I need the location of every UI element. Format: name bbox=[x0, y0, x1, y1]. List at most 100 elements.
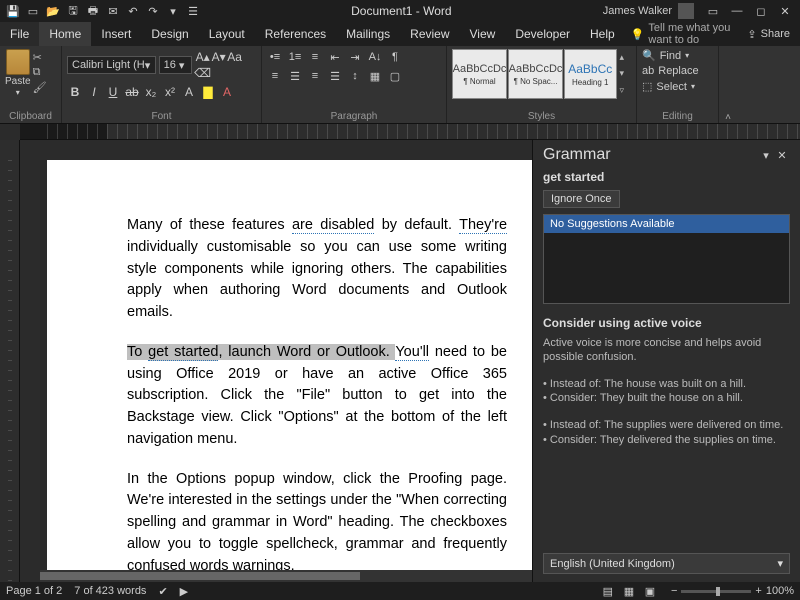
grammar-flag[interactable]: They're bbox=[459, 217, 507, 234]
horizontal-ruler[interactable] bbox=[20, 124, 800, 140]
zoom-value[interactable]: 100% bbox=[766, 585, 794, 597]
shrink-font-icon[interactable]: A▾ bbox=[211, 49, 227, 65]
print-icon[interactable]: 🖶 bbox=[86, 4, 100, 18]
tab-design[interactable]: Design bbox=[141, 22, 198, 46]
paragraph[interactable]: Many of these features are disabled by d… bbox=[127, 215, 507, 324]
new-icon[interactable]: ▭ bbox=[26, 4, 40, 18]
align-center-icon[interactable]: ☰ bbox=[287, 68, 303, 84]
print-layout-icon[interactable]: ▦ bbox=[620, 585, 638, 598]
macro-icon[interactable]: ▶ bbox=[180, 585, 188, 598]
ribbon-options-icon[interactable]: ▭ bbox=[706, 4, 720, 18]
close-icon[interactable]: ✕ bbox=[778, 4, 792, 18]
font-size-combo[interactable]: 16 ▾ bbox=[159, 56, 192, 74]
align-right-icon[interactable]: ≡ bbox=[307, 68, 323, 84]
show-marks-icon[interactable]: ¶ bbox=[387, 49, 403, 65]
spellcheck-icon[interactable]: ✔ bbox=[158, 585, 167, 598]
tell-me-search[interactable]: 💡 Tell me what you want to do bbox=[631, 22, 738, 46]
text-effects-icon[interactable]: A bbox=[181, 84, 197, 100]
shading-icon[interactable]: ▦ bbox=[367, 68, 383, 84]
save-as-icon[interactable]: 🖫 bbox=[66, 4, 80, 18]
clear-format-icon[interactable]: ⌫ bbox=[195, 65, 211, 81]
font-color-icon[interactable]: A bbox=[219, 84, 235, 100]
save-icon[interactable]: 💾 bbox=[6, 4, 20, 18]
document-viewport[interactable]: Many of these features are disabled by d… bbox=[20, 140, 532, 582]
tab-help[interactable]: Help bbox=[580, 22, 625, 46]
scrollbar-thumb[interactable] bbox=[40, 572, 360, 580]
underline-icon[interactable]: U bbox=[105, 84, 121, 100]
format-painter-icon[interactable]: 🖌 bbox=[33, 81, 47, 93]
style-normal[interactable]: AaBbCcDc ¶ Normal bbox=[452, 49, 507, 99]
page[interactable]: Many of these features are disabled by d… bbox=[47, 160, 532, 582]
numbering-icon[interactable]: 1≡ bbox=[287, 49, 303, 65]
strike-icon[interactable]: ab bbox=[124, 84, 140, 100]
tab-references[interactable]: References bbox=[255, 22, 336, 46]
undo-icon[interactable]: ↶ bbox=[126, 4, 140, 18]
selected-text[interactable]: , launch Word or Outlook. bbox=[218, 344, 395, 360]
bold-icon[interactable]: B bbox=[67, 84, 83, 100]
selected-grammar-flag[interactable]: get started bbox=[148, 344, 218, 361]
font-name-combo[interactable]: Calibri Light (H▾ bbox=[67, 56, 156, 74]
customize-icon[interactable]: ▾ bbox=[166, 4, 180, 18]
superscript-icon[interactable]: x² bbox=[162, 84, 178, 100]
open-icon[interactable]: 📂 bbox=[46, 4, 60, 18]
maximize-icon[interactable]: ◻ bbox=[754, 4, 768, 18]
tab-home[interactable]: Home bbox=[39, 22, 91, 46]
tab-developer[interactable]: Developer bbox=[505, 22, 580, 46]
user-area[interactable]: James Walker bbox=[603, 3, 698, 19]
ignore-once-button[interactable]: Ignore Once bbox=[543, 190, 620, 208]
zoom-out-icon[interactable]: − bbox=[671, 585, 677, 597]
grow-font-icon[interactable]: A▴ bbox=[195, 49, 211, 65]
sort-icon[interactable]: A↓ bbox=[367, 49, 383, 65]
page-indicator[interactable]: Page 1 of 2 bbox=[6, 585, 62, 597]
paste-button[interactable]: Paste ▾ bbox=[5, 49, 31, 97]
share-button[interactable]: ⇪ Share bbox=[737, 22, 800, 46]
redo-icon[interactable]: ↷ bbox=[146, 4, 160, 18]
copy-icon[interactable]: ⧉ bbox=[33, 66, 47, 78]
decrease-indent-icon[interactable]: ⇤ bbox=[327, 49, 343, 65]
zoom-thumb[interactable] bbox=[716, 587, 720, 596]
replace-button[interactable]: abReplace bbox=[642, 65, 713, 77]
word-count[interactable]: 7 of 423 words bbox=[74, 585, 146, 597]
increase-indent-icon[interactable]: ⇥ bbox=[347, 49, 363, 65]
email-icon[interactable]: ✉ bbox=[106, 4, 120, 18]
pane-options-icon[interactable]: ▾ bbox=[758, 149, 774, 162]
subscript-icon[interactable]: x₂ bbox=[143, 84, 159, 100]
align-left-icon[interactable]: ≡ bbox=[267, 68, 283, 84]
tab-review[interactable]: Review bbox=[400, 22, 459, 46]
grammar-flag[interactable]: You'll bbox=[395, 344, 429, 361]
tab-layout[interactable]: Layout bbox=[199, 22, 255, 46]
web-layout-icon[interactable]: ▣ bbox=[641, 585, 659, 598]
multilevel-icon[interactable]: ≡ bbox=[307, 49, 323, 65]
pane-close-icon[interactable]: ✕ bbox=[774, 149, 790, 162]
vertical-ruler[interactable] bbox=[0, 140, 20, 582]
cut-icon[interactable]: ✂ bbox=[33, 51, 47, 63]
line-spacing-icon[interactable]: ↕ bbox=[347, 68, 363, 84]
bullets-icon[interactable]: •≡ bbox=[267, 49, 283, 65]
highlight-icon[interactable]: ▇ bbox=[200, 84, 216, 100]
read-mode-icon[interactable]: ▤ bbox=[599, 585, 617, 598]
horizontal-scrollbar[interactable] bbox=[40, 570, 532, 582]
minimize-icon[interactable]: — bbox=[730, 4, 744, 18]
grammar-flag[interactable]: are disabled bbox=[292, 217, 374, 234]
paragraph[interactable]: To get started, launch Word or Outlook. … bbox=[127, 342, 507, 451]
borders-icon[interactable]: ▢ bbox=[387, 68, 403, 84]
tab-mailings[interactable]: Mailings bbox=[336, 22, 400, 46]
justify-icon[interactable]: ☰ bbox=[327, 68, 343, 84]
italic-icon[interactable]: I bbox=[86, 84, 102, 100]
language-combo[interactable]: English (United Kingdom) ▾ bbox=[543, 553, 790, 574]
selected-text[interactable]: To bbox=[127, 344, 148, 360]
style-no-spacing[interactable]: AaBbCcDc ¶ No Spac... bbox=[508, 49, 563, 99]
paragraph[interactable]: In the Options popup window, click the P… bbox=[127, 469, 507, 578]
tab-file[interactable]: File bbox=[0, 22, 39, 46]
change-case-icon[interactable]: Aa bbox=[227, 49, 243, 65]
collapse-ribbon-icon[interactable]: ˄ bbox=[719, 46, 737, 123]
no-suggestions-item[interactable]: No Suggestions Available bbox=[544, 215, 789, 233]
style-heading-1[interactable]: AaBbCc Heading 1 bbox=[564, 49, 617, 99]
tab-insert[interactable]: Insert bbox=[91, 22, 141, 46]
tab-view[interactable]: View bbox=[460, 22, 506, 46]
zoom-in-icon[interactable]: + bbox=[755, 585, 761, 597]
select-button[interactable]: ⬚Select▾ bbox=[642, 80, 713, 93]
zoom-slider[interactable] bbox=[681, 590, 751, 593]
touch-mode-icon[interactable]: ☰ bbox=[186, 4, 200, 18]
styles-gallery-more[interactable]: ▴▾▿ bbox=[618, 49, 631, 99]
